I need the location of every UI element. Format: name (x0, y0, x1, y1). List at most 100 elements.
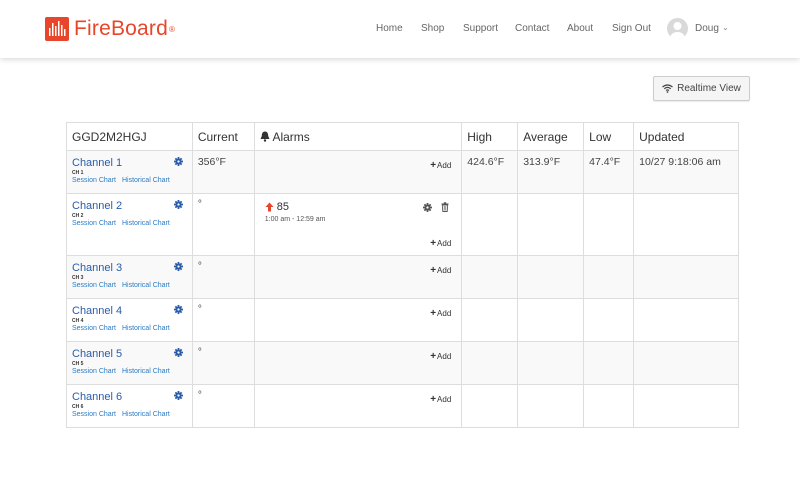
session-chart-link[interactable]: Session Chart (72, 368, 116, 375)
session-chart-link[interactable]: Session Chart (72, 411, 116, 418)
high-temp: 424.6°F (461, 150, 519, 194)
table-row: Channel 1 CH 1 Session Chart Historical C… (66, 150, 739, 194)
table-row: Channel 2 CH 2 Session Chart Historical C… (66, 193, 739, 256)
updated-time (633, 341, 739, 385)
add-alarm-button[interactable]: + Add (430, 394, 451, 405)
average-temp (517, 193, 585, 256)
alarms-cell: + Add (253, 341, 463, 385)
average-temp (517, 341, 585, 385)
low-temp (583, 384, 635, 428)
channel-cell: Channel 3 CH 3 Session Chart Historical C… (66, 255, 193, 299)
add-alarm-button[interactable]: + Add (430, 238, 451, 249)
fireboard-logo-icon (45, 17, 69, 41)
avatar[interactable] (667, 18, 688, 39)
add-alarm-button[interactable]: + Add (430, 351, 451, 362)
nav-about[interactable]: About (567, 23, 593, 34)
channel-sub: CH 2 (72, 213, 84, 219)
gear-icon[interactable] (423, 202, 433, 212)
session-chart-link[interactable]: Session Chart (72, 177, 116, 184)
channel-cell: Channel 6 CH 6 Session Chart Historical C… (66, 384, 193, 428)
channel-cell: Channel 5 CH 5 Session Chart Historical C… (66, 341, 193, 385)
updated-time (633, 384, 739, 428)
nav-sign-out[interactable]: Sign Out (612, 23, 651, 34)
add-alarm-button[interactable]: + Add (430, 160, 451, 171)
average-temp (517, 384, 585, 428)
channel-sub: CH 4 (72, 318, 84, 324)
low-temp: 47.4°F (583, 150, 635, 194)
alarms-cell: + Add (253, 255, 463, 299)
alarms-cell: + Add (253, 384, 463, 428)
low-temp (583, 193, 635, 256)
navbar: FireBoard ® Home Shop Support Contact Ab… (0, 0, 800, 58)
updated-time (633, 193, 739, 256)
session-chart-link[interactable]: Session Chart (72, 325, 116, 332)
current-temp: ° (191, 341, 255, 385)
channel-cell: Channel 1 CH 1 Session Chart Historical C… (66, 150, 193, 194)
average-temp: 313.9°F (517, 150, 585, 194)
current-temp: ° (191, 193, 255, 256)
add-alarm-button[interactable]: + Add (430, 265, 451, 276)
realtime-view-button[interactable]: Realtime View (653, 76, 750, 101)
nav-home[interactable]: Home (376, 23, 403, 34)
channel-sub: CH 1 (72, 170, 84, 176)
table-row: Channel 3 CH 3 Session Chart Historical C… (66, 255, 739, 299)
alarms-cell: + Add (253, 298, 463, 342)
channel-sub: CH 5 (72, 361, 84, 367)
historical-chart-link[interactable]: Historical Chart (122, 282, 170, 289)
channel-sub: CH 6 (72, 404, 84, 410)
high-temp (461, 384, 519, 428)
brand-reg: ® (169, 24, 175, 34)
historical-chart-link[interactable]: Historical Chart (122, 368, 170, 375)
low-temp (583, 255, 635, 299)
high-temp (461, 255, 519, 299)
gear-icon[interactable] (173, 262, 183, 271)
nav-shop[interactable]: Shop (421, 23, 444, 34)
updated-time (633, 298, 739, 342)
gear-icon[interactable] (173, 200, 183, 209)
session-chart-link[interactable]: Session Chart (72, 220, 116, 227)
add-alarm-button[interactable]: + Add (430, 308, 451, 319)
gear-icon[interactable] (173, 157, 183, 166)
high-temp (461, 298, 519, 342)
channel-sub: CH 3 (72, 275, 84, 281)
nav-contact[interactable]: Contact (515, 23, 549, 34)
channel-cell: Channel 4 CH 4 Session Chart Historical C… (66, 298, 193, 342)
user-name[interactable]: Doug (695, 23, 719, 34)
logo[interactable]: FireBoard ® (45, 17, 175, 41)
arrow-up-icon (265, 202, 274, 212)
average-temp (517, 255, 585, 299)
historical-chart-link[interactable]: Historical Chart (122, 325, 170, 332)
brand-name: FireBoard (74, 17, 169, 40)
gear-icon[interactable] (173, 348, 183, 357)
alarm-time: 1:00 am - 12:59 am (264, 216, 326, 223)
gear-icon[interactable] (173, 391, 183, 400)
header-low: Low (583, 122, 635, 151)
gear-icon[interactable] (173, 305, 183, 314)
alarms-cell: 85 1:00 am - 12:59 am + Add (253, 193, 463, 256)
table-row: Channel 6 CH 6 Session Chart Historical C… (66, 384, 739, 428)
historical-chart-link[interactable]: Historical Chart (122, 411, 170, 418)
historical-chart-link[interactable]: Historical Chart (122, 220, 170, 227)
channels-table: GGD2M2HGJ Current Alarms High Average Lo… (66, 122, 739, 428)
historical-chart-link[interactable]: Historical Chart (122, 177, 170, 184)
alarms-cell: + Add (253, 150, 463, 194)
current-temp: ° (191, 384, 255, 428)
header-alarms-label: Alarms (272, 130, 310, 144)
updated-time: 10/27 9:18:06 am (633, 150, 739, 194)
alarm-item[interactable]: 85 1:00 am - 12:59 am (265, 201, 326, 223)
current-temp: ° (191, 298, 255, 342)
header-high: High (461, 122, 519, 151)
header-average: Average (517, 122, 585, 151)
nav-support[interactable]: Support (463, 23, 498, 34)
trash-icon[interactable] (441, 202, 449, 212)
table-row: Channel 5 CH 5 Session Chart Historical C… (66, 341, 739, 385)
current-temp: 356°F (191, 150, 255, 194)
table-row: Channel 4 CH 4 Session Chart Historical C… (66, 298, 739, 342)
high-temp (461, 341, 519, 385)
session-chart-link[interactable]: Session Chart (72, 282, 116, 289)
chevron-down-icon[interactable]: ⌄ (722, 23, 729, 32)
realtime-view-label: Realtime View (677, 83, 741, 94)
wifi-icon (662, 84, 673, 93)
low-temp (583, 298, 635, 342)
average-temp (517, 298, 585, 342)
